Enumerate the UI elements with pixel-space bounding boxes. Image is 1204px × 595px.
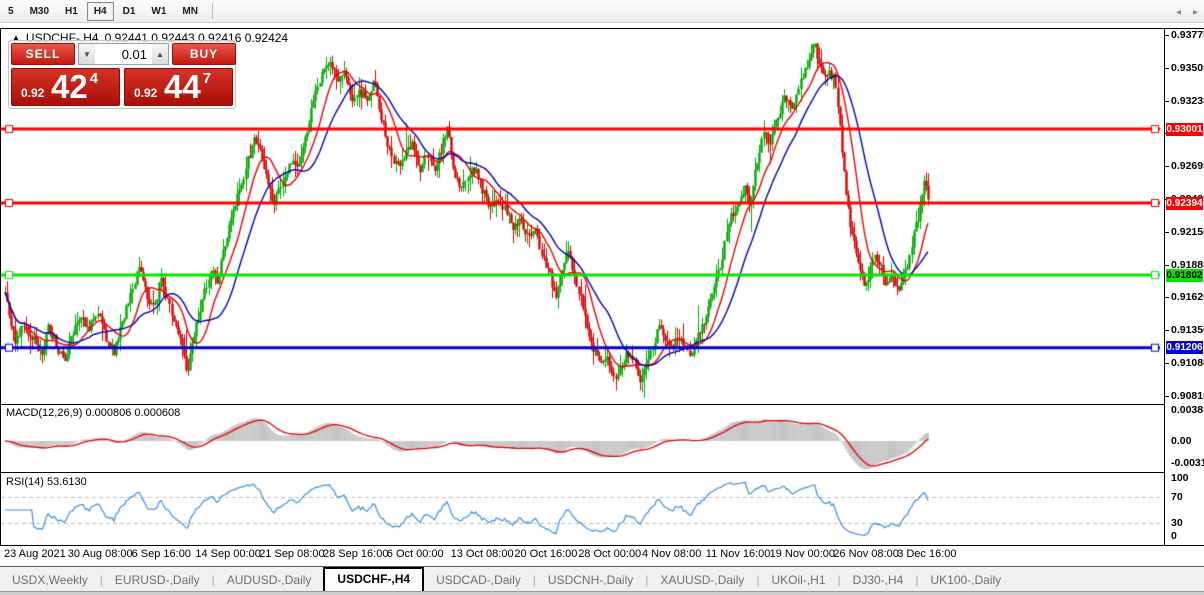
macd-caption: MACD(12,26,9) 0.000806 0.000608 [6,407,181,419]
chart-tab-eurusd-daily[interactable]: EURUSD-,Daily [103,569,212,592]
chart-tab-bar: USDX,Weekly | EURUSD-,Daily | AUDUSD-,Daily U… [0,566,1204,592]
chart-tab-uk100-daily[interactable]: UK100-,Daily [918,569,1013,592]
date-tick-label: 13 Oct 08:00 [450,548,514,560]
buy-button[interactable]: BUY [172,43,236,65]
buy-price-prefix: 0.92 [134,86,158,100]
tab-scroll-right-icon[interactable]: ▸ [1193,7,1198,18]
timeframe-button-5[interactable]: 5 [1,2,21,21]
price-tick-label: 0.92695 [1171,160,1204,173]
price-tick-mark [1165,297,1169,299]
price-tick-mark [1165,166,1169,168]
volume-input[interactable] [95,44,152,64]
sell-price-prefix: 0.92 [21,86,45,100]
tab-scroll-arrows: ◂ ▸ [1176,7,1198,18]
price-tick-mark [1165,265,1169,266]
rsi-caption: RSI(14) 53.6130 [6,476,87,488]
hline-price-label: 0.91802 [1166,268,1203,282]
price-tick-label: 0.92155 [1171,226,1204,239]
rsi-axis-label: 70 [1171,491,1183,503]
date-tick-label: 4 Nov 08:00 [642,548,702,560]
hline-price-label: 0.91206 [1166,341,1203,355]
date-tick-label: 20 Oct 16:00 [514,548,578,560]
date-tick-label: 6 Sep 16:00 [131,548,191,560]
window-bottom-edge [0,591,1204,595]
one-click-trading-widget: SELL ▼ ▲ BUY 0.92 42 4 0.92 44 7 [8,40,236,109]
timeframe-button-MN[interactable]: MN [175,2,205,21]
price-tick-mark [1165,395,1169,397]
chart-tab-xauusd-daily[interactable]: XAUUSD-,Daily [648,569,756,592]
date-tick-label: 28 Oct 00:00 [578,548,642,560]
date-tick-label: 21 Sep 08:00 [259,548,325,560]
sell-price-big: 42 [50,68,88,105]
sell-price-sup: 4 [89,69,99,87]
hline-price-label: 0.92394 [1166,196,1203,210]
macd-axis-label: 0.003811 [1171,404,1204,416]
chart-tab-ukoil-h1[interactable]: UKOil-,H1 [760,569,838,592]
price-tick-label: 0.93235 [1171,94,1204,107]
chart-tab-usdx-weekly[interactable]: USDX,Weekly [0,569,100,592]
volume-decrease-button[interactable]: ▼ [79,44,95,64]
macd-axis-label: 0.00 [1171,435,1192,447]
macd-axis-label: -0.00311 [1171,457,1204,469]
price-tick-mark [1165,100,1169,102]
buy-price-big: 44 [163,68,201,105]
volume-increase-button[interactable]: ▲ [152,44,168,64]
sell-price-display[interactable]: 0.92 42 4 [11,68,120,106]
chart-tab-usdchf-h4[interactable]: USDCHF-,H4 [323,567,425,592]
rsi-axis-label: 0 [1171,530,1177,542]
chart-tab-usdcad-daily[interactable]: USDCAD-,Daily [424,569,533,592]
timeframe-button-W1[interactable]: W1 [144,2,173,21]
date-tick-label: 3 Dec 16:00 [897,548,957,560]
price-tick-mark [1165,67,1169,69]
price-tick-mark [1165,363,1169,365]
date-tick-label: 19 Nov 00:00 [769,548,836,560]
sell-button[interactable]: SELL [11,43,75,65]
timeframe-button-H4[interactable]: H4 [86,1,114,21]
date-tick-label: 26 Nov 08:00 [833,548,899,560]
rsi-axis-label: 30 [1171,517,1183,529]
tab-scroll-left-icon[interactable]: ◂ [1176,7,1181,18]
date-tick-label: 14 Sep 00:00 [195,548,261,560]
hline-price-label: 0.93001 [1166,122,1203,136]
price-tick-mark [1165,34,1169,36]
price-tick-label: 0.93505 [1171,61,1204,74]
price-tick-label: 0.90810 [1171,389,1204,402]
price-tick-label: 0.91350 [1171,324,1204,337]
date-tick-label: 11 Nov 16:00 [705,548,771,560]
chart-tab-dj30-h4[interactable]: DJ30-,H4 [841,569,916,592]
chart-tab-usdcnh-daily[interactable]: USDCNH-,Daily [536,569,645,592]
date-tick-label: 6 Oct 00:00 [386,548,444,560]
price-tick-mark [1165,232,1169,234]
timeframe-toolbar: 5 M30 H1 H4 D1 W1 MN [0,0,1204,23]
date-tick-label: 28 Sep 16:00 [323,548,389,560]
price-tick-label: 0.93775 [1171,28,1204,41]
date-tick-label: 30 Aug 08:00 [67,548,133,560]
date-tick-label: 23 Aug 2021 [4,548,66,560]
price-tick-label: 0.91080 [1171,357,1204,370]
price-tick-mark [1165,330,1169,332]
price-tick-label: 0.91620 [1171,291,1204,304]
timeframe-button-D1[interactable]: D1 [116,2,143,21]
toolbar-separator [211,3,213,19]
timeframe-button-H1[interactable]: H1 [58,2,85,21]
rsi-axis-label: 100 [1171,472,1189,484]
buy-price-sup: 7 [202,69,212,87]
chart-tab-audusd-daily[interactable]: AUDUSD-,Daily [215,569,324,592]
volume-spinner: ▼ ▲ [78,43,169,65]
buy-price-display[interactable]: 0.92 44 7 [124,68,233,106]
rsi-indicator-canvas[interactable] [1,473,1164,544]
chart-frame-bottom [0,545,1204,546]
timeframe-button-M30[interactable]: M30 [23,2,56,21]
